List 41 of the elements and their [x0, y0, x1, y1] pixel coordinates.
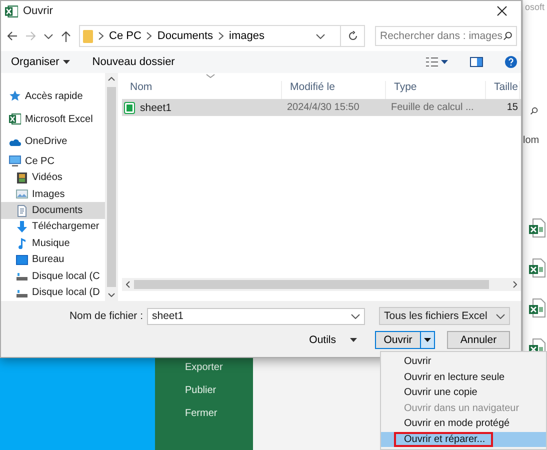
organize-button[interactable]: Organiser [11, 56, 70, 68]
file-name: sheet1 [140, 102, 172, 114]
file-name-field[interactable]: sheet1 [147, 308, 365, 324]
menu-item[interactable]: Ouvrir en lecture seule [381, 370, 546, 385]
menu-item[interactable]: Ouvrir [381, 354, 546, 370]
sidebar-item[interactable]: Téléchargemer [1, 218, 105, 236]
field-label: Nom de fichier : [69, 310, 143, 322]
menu-item[interactable]: Ouvrir et réparer... [381, 432, 546, 447]
backstage-item[interactable]: Publier [185, 385, 253, 396]
file-type-dropdown[interactable]: Tous les fichiers Excel [379, 307, 510, 325]
sidebar-item[interactable]: Disque local (D [1, 284, 105, 301]
table-cell-text: 15 [506, 102, 519, 113]
search-field[interactable]: Rechercher dans : images [375, 26, 517, 46]
sidebar-item[interactable]: Vidéos [1, 169, 105, 186]
menu-item[interactable]: Ouvrir en mode protégé [381, 416, 546, 432]
breadcrumb[interactable]: Documents [157, 30, 214, 42]
table-cell-text: Feuille de calcul ... [390, 102, 475, 113]
breadcrumb[interactable]: Ce PC [109, 30, 142, 42]
cancel-button[interactable]: Annuler [447, 331, 510, 349]
menu-item[interactable]: Ouvrir une copie [381, 385, 546, 400]
tools-button[interactable]: Outils [309, 334, 357, 346]
breadcrumb[interactable]: images [229, 30, 265, 42]
sidebar-item[interactable]: Accès rapide [1, 85, 105, 108]
sidebar-item[interactable]: Ce PC [1, 153, 105, 170]
column-header: lom [523, 135, 540, 146]
table-cell-text: 2024/4/30 15:50 [286, 102, 360, 113]
sidebar-item[interactable]: Microsoft Excel [1, 108, 105, 130]
sidebar-item[interactable]: Images [1, 186, 105, 202]
backstage-item[interactable]: Fermer [185, 408, 253, 419]
open-button[interactable]: Ouvrir [376, 332, 420, 348]
sidebar-item[interactable]: Musique [1, 235, 105, 252]
window-title: Ouvrir [23, 5, 54, 17]
backstage-item[interactable]: Exporter [185, 362, 253, 373]
file-row[interactable]: sheet1 2024/4/30 15:50 Feuille de calcul ... 15 [122, 99, 521, 116]
sidebar-item[interactable]: Documents [1, 202, 105, 219]
sidebar-item[interactable]: OneDrive [1, 130, 105, 154]
sidebar-item[interactable]: Disque local (C [1, 268, 105, 285]
sidebar-item[interactable]: Bureau [1, 252, 105, 268]
address-bar[interactable]: Ce PC Documents images [79, 25, 365, 47]
window-title: osoft [524, 1, 545, 12]
new-folder-button[interactable]: Nouveau dossier [92, 56, 175, 68]
